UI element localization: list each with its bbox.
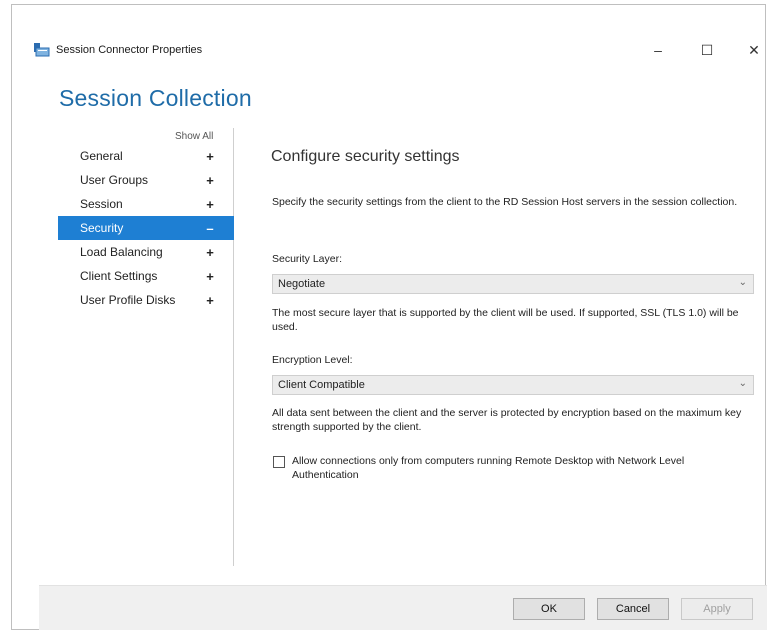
security-layer-value: Negotiate [278,278,326,290]
app-icon [34,43,50,57]
sidebar-item-general[interactable]: General + [58,144,234,168]
sidebar-item-user-profile-disks[interactable]: User Profile Disks + [58,288,234,312]
expand-icon: + [206,292,214,308]
expand-icon: + [206,268,214,284]
nla-checkbox[interactable] [273,456,285,468]
encryption-level-dropdown[interactable]: Client Compatible ⌄ [272,375,754,395]
encryption-level-label: Encryption Level: [272,354,353,366]
sidebar-item-label: User Profile Disks [80,293,176,307]
collapse-icon: – [206,220,214,236]
encryption-level-description: All data sent between the client and the… [272,407,742,433]
cancel-button[interactable]: Cancel [597,598,669,620]
intro-text: Specify the security settings from the c… [272,196,738,208]
ok-button[interactable]: OK [513,598,585,620]
sidebar-item-session[interactable]: Session + [58,192,234,216]
minimize-button[interactable]: – [640,38,676,62]
expand-icon: + [206,196,214,212]
chevron-down-icon: ⌄ [738,277,747,288]
sidebar-nav: General + User Groups + Session + Securi… [58,144,234,312]
sidebar-item-user-groups[interactable]: User Groups + [58,168,234,192]
content-title: Configure security settings [271,148,460,165]
security-layer-label: Security Layer: [272,253,343,265]
nla-checkbox-label[interactable]: Allow connections only from computers ru… [292,454,747,482]
close-button[interactable]: ✕ [736,38,768,62]
security-layer-dropdown[interactable]: Negotiate ⌄ [272,274,754,294]
expand-icon: + [206,148,214,164]
sidebar-item-client-settings[interactable]: Client Settings + [58,264,234,288]
encryption-level-value: Client Compatible [278,379,365,391]
sidebar-item-label: Client Settings [80,269,158,283]
expand-icon: + [206,172,214,188]
sidebar-item-label: General [80,149,123,163]
sidebar-item-label: Load Balancing [80,245,163,259]
sidebar-item-label: User Groups [80,173,149,187]
expand-icon: + [206,244,214,260]
sidebar-item-load-balancing[interactable]: Load Balancing + [58,240,234,264]
chevron-down-icon: ⌄ [738,378,747,389]
page-heading: Session Collection [59,85,252,111]
show-all-link[interactable]: Show All [175,131,213,142]
sidebar-item-label: Session [80,197,123,211]
apply-button[interactable]: Apply [681,598,753,620]
maximize-button[interactable]: ☐ [689,38,725,62]
sidebar-item-label: Security [80,221,124,235]
security-layer-description: The most secure layer that is supported … [272,307,739,333]
window-title: Session Connector Properties [56,44,203,56]
sidebar-item-security[interactable]: Security – [58,216,234,240]
